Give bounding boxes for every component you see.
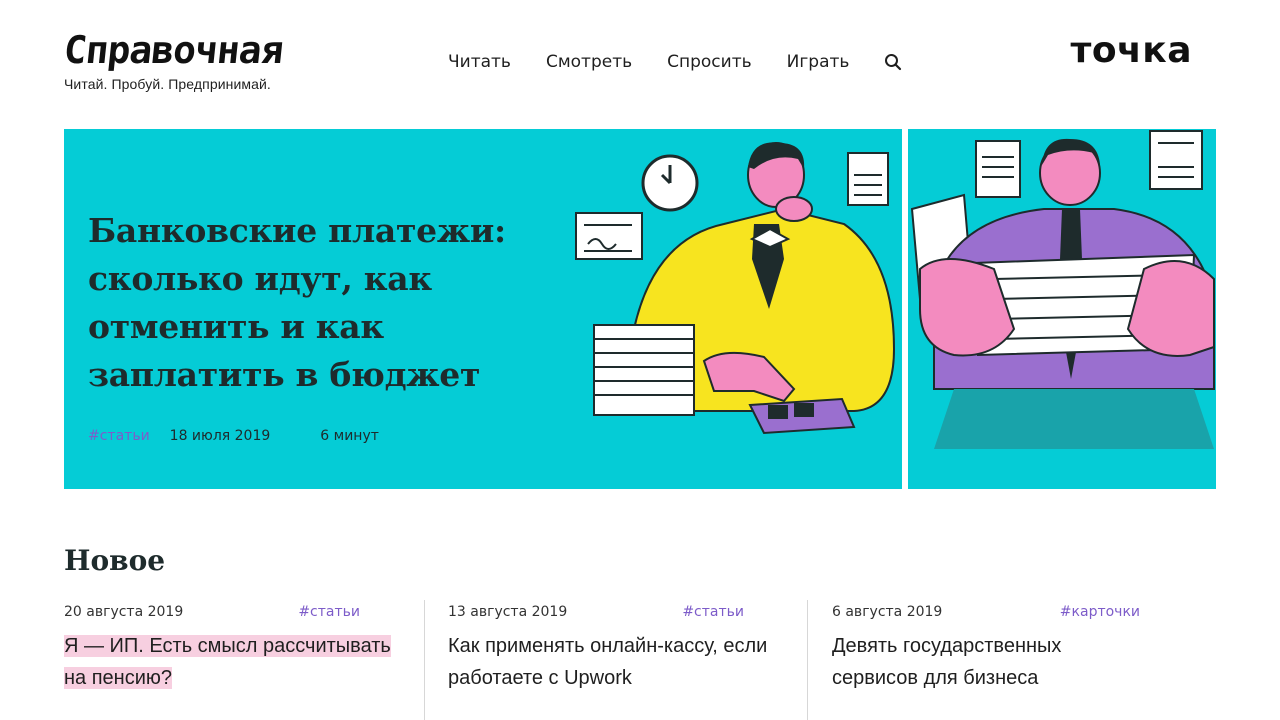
article-tag[interactable]: #статьи	[298, 604, 360, 620]
article-date: 20 августа 2019	[64, 604, 184, 620]
article-card[interactable]: 6 августа 2019 #карточки Девять государс…	[832, 600, 1192, 720]
search-icon[interactable]	[884, 53, 902, 71]
hero-meta: #статьи 18 июля 2019 6 минут	[88, 428, 379, 444]
hero-card[interactable]: Банковские платежи: сколько идут, как от…	[64, 129, 1216, 489]
hero-date: 18 июля 2019	[169, 428, 271, 444]
main-nav: Читать Смотреть Спросить Играть	[448, 52, 902, 72]
article-title[interactable]: Я — ИП. Есть смысл рассчитывать на пенси…	[64, 630, 414, 694]
article-card[interactable]: 13 августа 2019 #статьи Как применять он…	[448, 600, 808, 720]
article-card[interactable]: 20 августа 2019 #статьи Я — ИП. Есть смы…	[64, 600, 424, 720]
card-divider	[807, 600, 808, 720]
illustration-right-panel	[910, 130, 1215, 449]
hero-title[interactable]: Банковские платежи: сколько идут, как от…	[88, 207, 558, 399]
hero-illustration	[575, 129, 1215, 489]
logo-block[interactable]: Справочная Читай. Пробуй. Предпринимай.	[62, 28, 285, 92]
card-divider	[424, 600, 425, 720]
article-title[interactable]: Как применять онлайн-кассу, если работае…	[448, 630, 778, 694]
article-date: 13 августа 2019	[448, 604, 568, 620]
nav-item-play[interactable]: Играть	[787, 52, 850, 72]
nav-item-ask[interactable]: Спросить	[667, 52, 752, 72]
site-tagline: Читай. Пробуй. Предпринимай.	[64, 76, 271, 92]
article-title[interactable]: Девять государственных сервисов для бизн…	[832, 630, 1132, 694]
article-tag[interactable]: #карточки	[1060, 604, 1140, 620]
brand-logo[interactable]: точка	[1070, 30, 1192, 71]
illustration-left-panel	[575, 142, 896, 435]
site-logo[interactable]: Справочная	[62, 28, 285, 72]
illustration-divider	[902, 129, 908, 489]
section-title-new: Новое	[64, 544, 166, 577]
article-title-text[interactable]: Я — ИП. Есть смысл рассчитывать на пенси…	[64, 635, 391, 689]
site-header: Справочная Читай. Пробуй. Предпринимай. …	[0, 0, 1280, 120]
nav-item-read[interactable]: Читать	[448, 52, 511, 72]
article-date: 6 августа 2019	[832, 604, 943, 620]
hero-read-time: 6 минут	[320, 428, 379, 444]
hero-tag[interactable]: #статьи	[88, 428, 150, 444]
article-tag[interactable]: #статьи	[682, 604, 744, 620]
article-card-list: 20 августа 2019 #статьи Я — ИП. Есть смы…	[64, 600, 1216, 720]
nav-item-watch[interactable]: Смотреть	[546, 52, 632, 72]
